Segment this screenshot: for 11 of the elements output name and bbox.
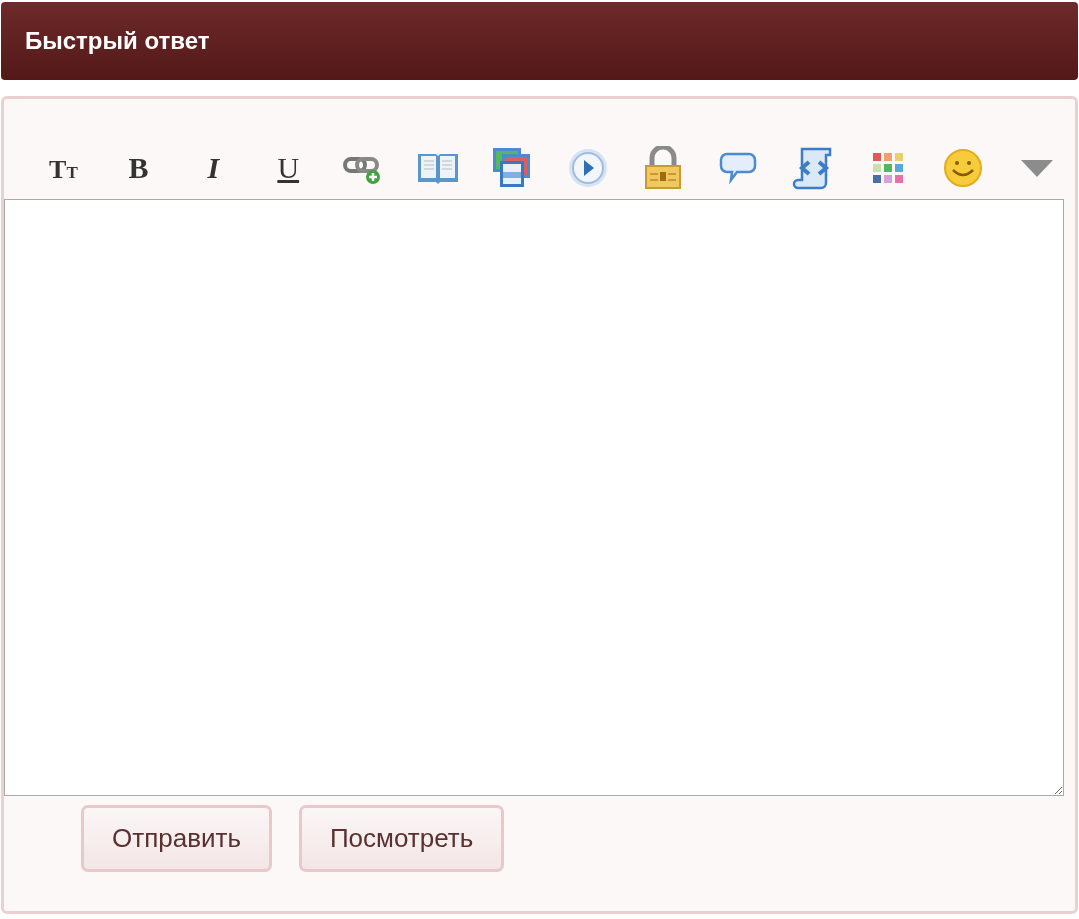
smiley-icon[interactable] bbox=[942, 148, 983, 188]
padlock-icon[interactable] bbox=[643, 146, 682, 190]
action-button[interactable]: Отправить bbox=[81, 805, 272, 872]
action-button[interactable]: Посмотреть bbox=[298, 805, 505, 872]
dropdown-triangle-icon[interactable] bbox=[1020, 158, 1055, 178]
speech-bubble-icon[interactable] bbox=[718, 151, 757, 185]
header-title: Быстрый ответ bbox=[25, 26, 210, 56]
code-scroll-icon[interactable] bbox=[791, 146, 834, 190]
play-icon[interactable] bbox=[566, 147, 609, 189]
color-grid-icon[interactable] bbox=[871, 152, 904, 184]
message-field[interactable] bbox=[4, 199, 1064, 796]
